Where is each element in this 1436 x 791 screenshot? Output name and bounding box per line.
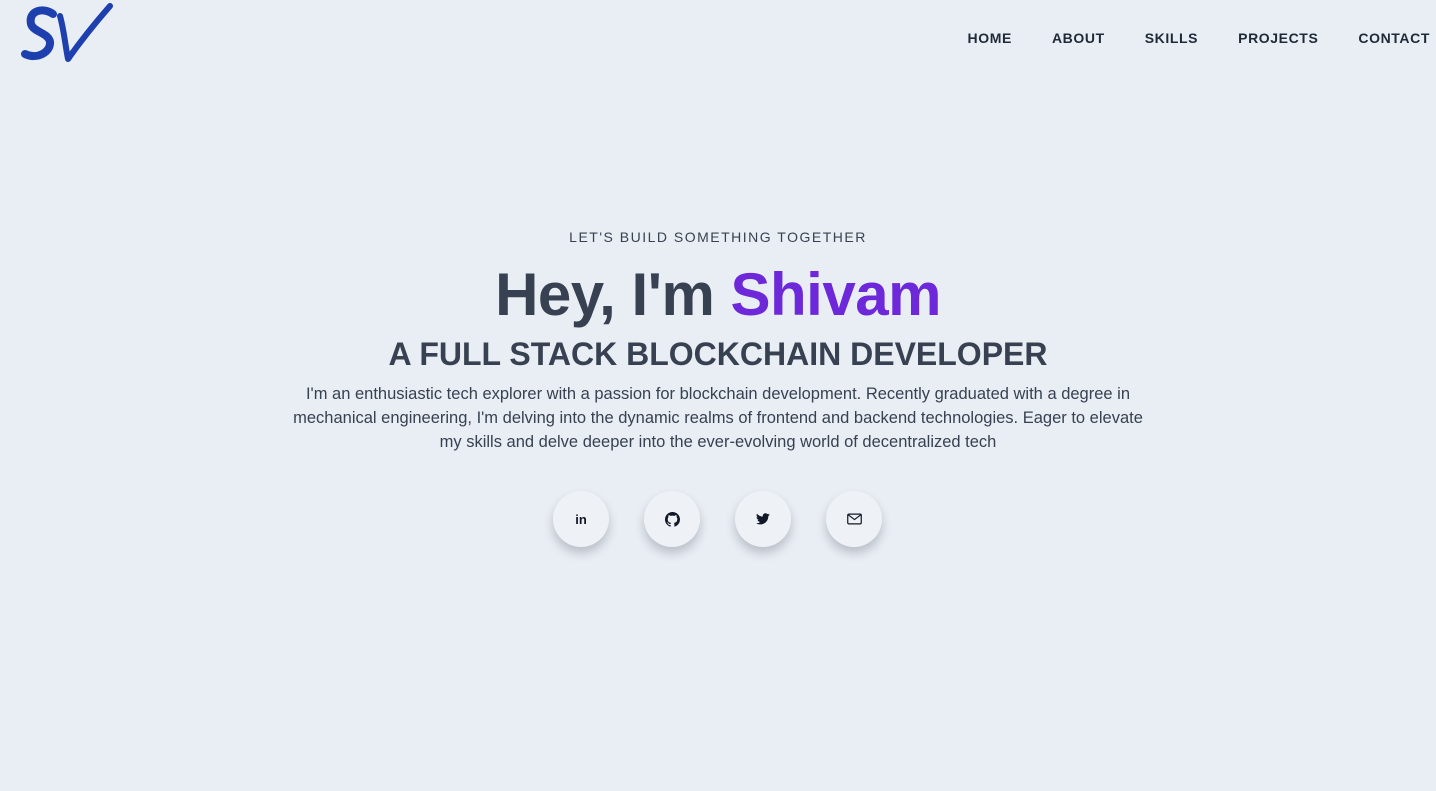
nav-contact[interactable]: CONTACT <box>1358 29 1430 47</box>
social-links: in <box>553 491 882 547</box>
github-icon <box>664 511 680 527</box>
hero-name: Shivam <box>730 261 941 328</box>
nav-about[interactable]: ABOUT <box>1052 29 1105 47</box>
portfolio-page: SV HOME ABOUT SKILLS PROJECTS CONTACT LE… <box>0 0 1436 791</box>
hero-role: A FULL STACK BLOCKCHAIN DEVELOPER <box>388 336 1048 372</box>
mail-button[interactable] <box>826 491 882 547</box>
hero-bio: I'm an enthusiastic tech explorer with a… <box>293 385 1143 451</box>
main-nav: HOME ABOUT SKILLS PROJECTS CONTACT <box>968 29 1430 47</box>
nav-home[interactable]: HOME <box>968 29 1012 47</box>
logo-mark-icon <box>21 3 113 62</box>
nav-skills[interactable]: SKILLS <box>1145 29 1198 47</box>
linkedin-icon: in <box>575 511 587 527</box>
nav-projects[interactable]: PROJECTS <box>1238 29 1318 47</box>
github-button[interactable] <box>644 491 700 547</box>
hero-greeting: Hey, I'm <box>495 261 731 328</box>
hero-tagline: LET'S BUILD SOMETHING TOGETHER <box>569 229 867 245</box>
twitter-icon <box>756 513 770 525</box>
linkedin-button[interactable]: in <box>553 491 609 547</box>
site-logo[interactable]: SV <box>20 2 116 66</box>
mail-icon <box>846 513 862 525</box>
twitter-button[interactable] <box>735 491 791 547</box>
hero-section: LET'S BUILD SOMETHING TOGETHER Hey, I'm … <box>0 228 1436 454</box>
hero-headline: Hey, I'm Shivam <box>0 262 1436 328</box>
